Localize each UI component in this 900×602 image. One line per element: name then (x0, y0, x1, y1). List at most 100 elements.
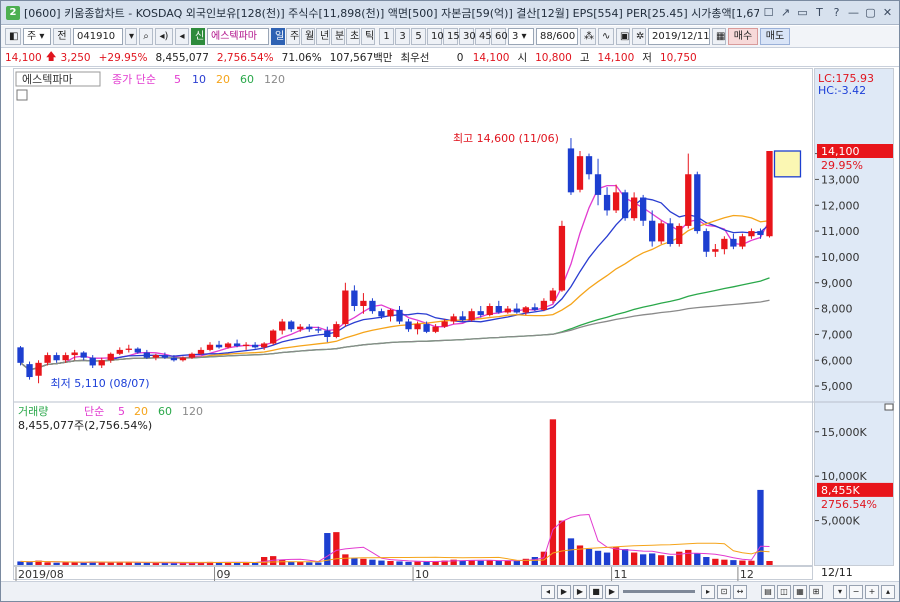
volume-bar (414, 561, 421, 565)
text-icon[interactable]: T (812, 5, 827, 20)
month-label: 11 (614, 568, 628, 581)
candle-body (459, 316, 466, 321)
step-icon[interactable]: ▶ (605, 585, 619, 599)
interval-button-10[interactable]: 10 (427, 28, 444, 45)
draw-icon[interactable]: ∿ (598, 28, 614, 45)
volume-bar (125, 562, 132, 565)
play-icon[interactable]: ▶ (557, 585, 571, 599)
maximize-icon[interactable]: ▢ (863, 5, 878, 20)
stop-icon[interactable]: ■ (589, 585, 603, 599)
candle-body (730, 238, 737, 247)
buy-button[interactable]: 매수 (728, 28, 758, 45)
zoom-in-icon[interactable]: ▴ (881, 585, 895, 599)
candle-body (107, 353, 114, 361)
last-pct-label: 29.95% (821, 159, 863, 172)
chart-area[interactable]: 최고 14,600 (11/06) 최저 5,110 (08/07) 에스텍파마 종가… (13, 68, 814, 567)
price-tick-label: 5,000 (821, 380, 853, 393)
volume-ma-legend-120: 120 (182, 405, 203, 418)
panel-toggle-icon[interactable]: ◧ (5, 28, 21, 45)
volume-legend: 거래량 (18, 405, 48, 418)
period-button-1[interactable]: 주 (286, 28, 300, 45)
volume-bar (459, 560, 466, 565)
market-button[interactable]: 전 (53, 28, 71, 45)
window-icon[interactable]: ☐ (761, 5, 776, 20)
zoom-range-icon[interactable]: ↔ (733, 585, 747, 599)
stock-name: 에스텍파마 (207, 28, 269, 45)
interval-select[interactable]: 3 ▾ (508, 28, 534, 45)
volume-bar (630, 552, 638, 565)
candle-body (522, 307, 530, 313)
low-annotation: 최저 5,110 (08/07) (51, 377, 150, 390)
price-tick-label: 12,000 (821, 199, 860, 212)
zoom-plus-icon[interactable]: + (865, 585, 879, 599)
period-button-6[interactable]: 틱 (361, 28, 375, 45)
interval-button-45[interactable]: 45 (475, 28, 492, 45)
zoom-fit-icon[interactable]: ⊡ (717, 585, 731, 599)
ma20-line (20, 214, 770, 371)
zoom-out-icon[interactable]: ▾ (833, 585, 847, 599)
volume-bar (315, 562, 322, 565)
volume-bar (649, 553, 656, 565)
chart-svg[interactable]: 최고 14,600 (11/06) 최저 5,110 (08/07) 에스텍파마 종가… (14, 69, 814, 567)
fix-icon[interactable]: ▦ (793, 585, 807, 599)
help-icon[interactable]: ? (829, 5, 844, 20)
scroll-left-icon[interactable]: ◂ (541, 585, 555, 599)
pop-icon[interactable]: ↗ (778, 5, 793, 20)
volume-bar (703, 557, 710, 565)
volume-bar (369, 559, 376, 565)
interval-button-30[interactable]: 30 (459, 28, 476, 45)
period-select[interactable]: 주 ▾ (23, 28, 51, 45)
stock-code-input[interactable]: 041910 (73, 28, 123, 45)
interval-button-3[interactable]: 3 (395, 28, 410, 45)
quote-volume: 8,455,077 (155, 51, 209, 64)
candle-body (161, 355, 169, 358)
candle-body (333, 324, 340, 337)
volume-bar (378, 560, 385, 565)
sound-icon[interactable]: ◂) (155, 28, 173, 45)
interval-button-60[interactable]: 60 (491, 28, 508, 45)
volume-panel-toggle-icon (884, 403, 894, 411)
close-icon[interactable]: ✕ (880, 5, 895, 20)
volume-bar (297, 561, 304, 565)
count-input[interactable]: 88/600 (536, 28, 578, 45)
settings-icon[interactable]: ✲ (632, 28, 646, 45)
candle-body (558, 225, 566, 291)
interval-button-1[interactable]: 1 (379, 28, 394, 45)
candle-body (504, 308, 511, 313)
search-icon[interactable]: ⌕ (139, 28, 153, 45)
candle-body (26, 364, 33, 378)
period-button-5[interactable]: 초 (346, 28, 360, 45)
bookmark-icon[interactable]: ◫ (777, 585, 791, 599)
current-price: 14,100 (472, 51, 510, 64)
save-icon[interactable]: ▣ (616, 28, 630, 45)
minimize-icon[interactable]: — (846, 5, 861, 20)
candle-body (251, 344, 259, 348)
interval-button-15[interactable]: 15 (443, 28, 460, 45)
candle-body (748, 231, 755, 237)
volume-bar (549, 419, 557, 565)
candle-body (188, 353, 196, 358)
candle-body (639, 197, 647, 221)
play-fast-icon[interactable]: ▶ (573, 585, 587, 599)
prev-stock-icon[interactable]: ◂ (175, 28, 189, 45)
period-button-0[interactable]: 일 (271, 28, 285, 45)
scrollbar[interactable]: ◂ ▶ ▶ ■ ▶ ▸ ⊡ ↔ ▤ ◫ ▦ ⊞ ▾ − + ▴ (1, 581, 899, 601)
tile-icon[interactable]: ▭ (795, 5, 810, 20)
period-button-3[interactable]: 년 (316, 28, 330, 45)
scroll-track[interactable] (623, 590, 695, 593)
code-dropdown-icon[interactable]: ▾ (125, 28, 137, 45)
lock-icon[interactable]: ⊞ (809, 585, 823, 599)
period-button-4[interactable]: 분 (331, 28, 345, 45)
sell-button[interactable]: 매도 (760, 28, 790, 45)
calendar-icon[interactable]: ▦ (712, 28, 726, 45)
volume-bar (107, 562, 114, 565)
interval-button-5[interactable]: 5 (411, 28, 426, 45)
scroll-right-icon[interactable]: ▸ (701, 585, 715, 599)
zoom-minus-icon[interactable]: − (849, 585, 863, 599)
date-input[interactable]: 2019/12/11 (648, 28, 710, 45)
period-button-2[interactable]: 월 (301, 28, 315, 45)
indicator-icon[interactable]: ⁂ (580, 28, 596, 45)
candle-body (667, 223, 674, 244)
candle-body (567, 148, 575, 193)
view-icon[interactable]: ▤ (761, 585, 775, 599)
